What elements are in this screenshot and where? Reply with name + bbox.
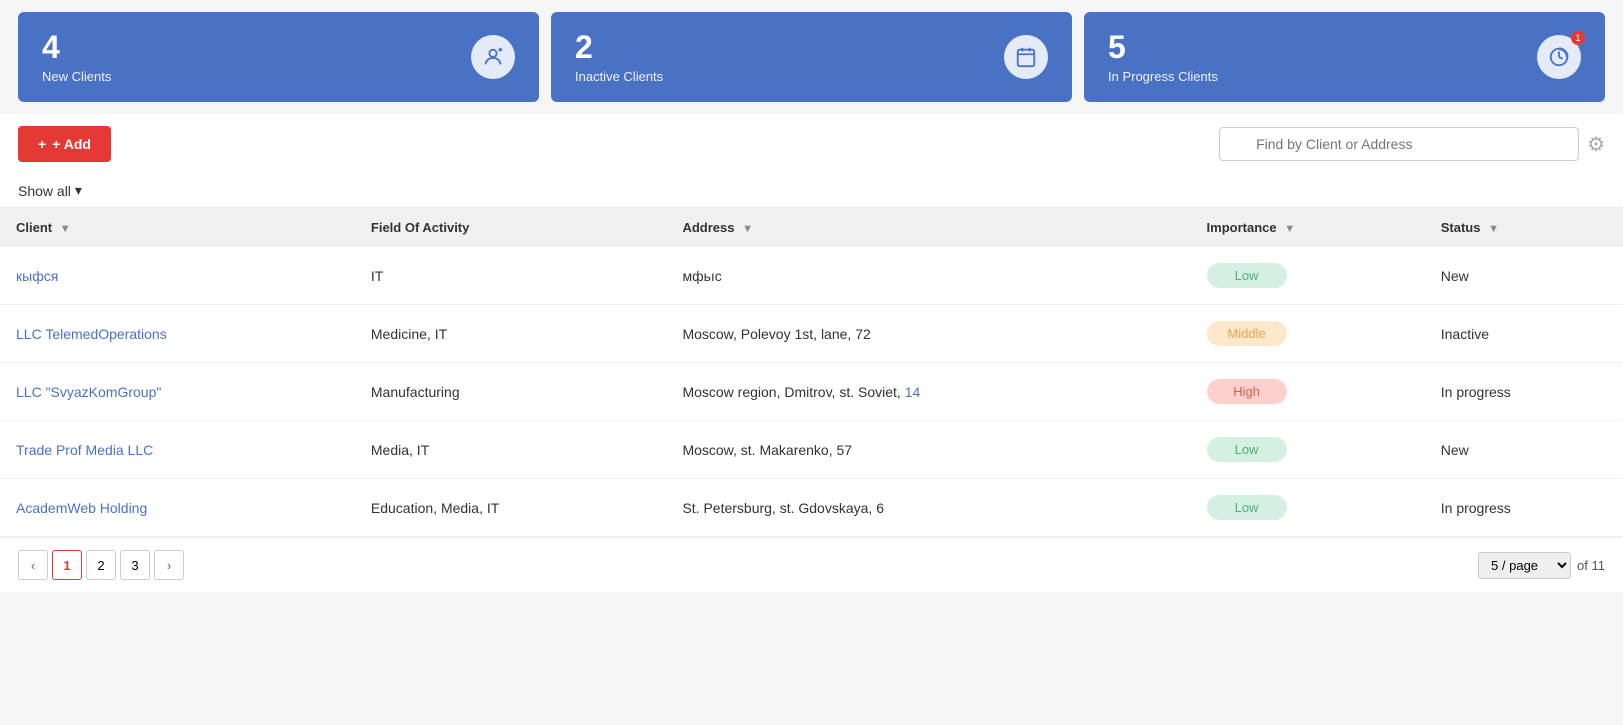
card-inprogress-clients[interactable]: 5 In Progress Clients 1 xyxy=(1084,12,1605,102)
cell-address: мфьıс xyxy=(666,247,1190,305)
filter-row: Show all ▾ xyxy=(0,174,1623,208)
show-all-label: Show all xyxy=(18,183,71,199)
page-2-button[interactable]: 2 xyxy=(86,550,116,580)
page-3-button[interactable]: 3 xyxy=(120,550,150,580)
add-label: + Add xyxy=(52,136,91,152)
cell-field: IT xyxy=(355,247,667,305)
importance-badge: High xyxy=(1207,379,1287,404)
total-pages-label: of 11 xyxy=(1577,558,1605,573)
col-status: Status ▼ xyxy=(1425,208,1623,247)
card-inactive-clients[interactable]: 2 Inactive Clients xyxy=(551,12,1072,102)
cell-client: Trade Prof Media LLC xyxy=(0,421,355,479)
table-row: кыфся IT мфьıс Low New xyxy=(0,247,1623,305)
table-body: кыфся IT мфьıс Low New LLC TelemedOperat… xyxy=(0,247,1623,537)
cell-address: Moscow region, Dmitrov, st. Soviet, 14 xyxy=(666,363,1190,421)
inactive-clients-label: Inactive Clients xyxy=(575,69,663,84)
notification-badge: 1 xyxy=(1571,31,1585,45)
cell-address: Moscow, Polevoy 1st, lane, 72 xyxy=(666,305,1190,363)
cell-status: In progress xyxy=(1425,363,1623,421)
table-row: AcademWeb Holding Education, Media, IT S… xyxy=(0,479,1623,537)
stats-cards: 4 New Clients 2 Inactive Clients xyxy=(0,0,1623,114)
cell-status: Inactive xyxy=(1425,305,1623,363)
col-client: Client ▼ xyxy=(0,208,355,247)
col-importance: Importance ▼ xyxy=(1191,208,1425,247)
cell-importance: Low xyxy=(1191,479,1425,537)
new-clients-label: New Clients xyxy=(42,69,111,84)
card-new-clients[interactable]: 4 New Clients xyxy=(18,12,539,102)
table-row: Trade Prof Media LLC Media, IT Moscow, s… xyxy=(0,421,1623,479)
client-link[interactable]: AcademWeb Holding xyxy=(16,500,147,516)
prev-page-button[interactable]: ‹ xyxy=(18,550,48,580)
show-all-button[interactable]: Show all ▾ xyxy=(18,182,82,199)
gear-icon: ⚙ xyxy=(1587,134,1605,156)
search-area: 🔍 ⚙ xyxy=(1219,127,1605,161)
cell-field: Education, Media, IT xyxy=(355,479,667,537)
cell-client: кыфся xyxy=(0,247,355,305)
clients-table: Client ▼ Field Of Activity Address ▼ Imp… xyxy=(0,208,1623,537)
toolbar: + + Add 🔍 ⚙ xyxy=(0,114,1623,174)
per-page-area: 5 / page 10 / page 20 / page of 11 xyxy=(1478,552,1605,579)
cell-status: New xyxy=(1425,421,1623,479)
importance-badge: Middle xyxy=(1207,321,1287,346)
cell-field: Media, IT xyxy=(355,421,667,479)
importance-filter-icon[interactable]: ▼ xyxy=(1284,223,1295,235)
cell-address: St. Petersburg, st. Gdovskaya, 6 xyxy=(666,479,1190,537)
col-address: Address ▼ xyxy=(666,208,1190,247)
pagination: ‹ 1 2 3 › 5 / page 10 / page 20 / page o… xyxy=(0,537,1623,592)
inactive-clients-number: 2 xyxy=(575,30,663,65)
chevron-down-icon: ▾ xyxy=(75,182,82,199)
client-link[interactable]: Trade Prof Media LLC xyxy=(16,442,153,458)
cell-field: Medicine, IT xyxy=(355,305,667,363)
cell-client: LLC TelemedOperations xyxy=(0,305,355,363)
client-link[interactable]: LLC "SvyazKomGroup" xyxy=(16,384,161,400)
importance-badge: Low xyxy=(1207,437,1287,462)
page-1-button[interactable]: 1 xyxy=(52,550,82,580)
cell-importance: High xyxy=(1191,363,1425,421)
cell-importance: Low xyxy=(1191,421,1425,479)
per-page-select[interactable]: 5 / page 10 / page 20 / page xyxy=(1478,552,1571,579)
add-button[interactable]: + + Add xyxy=(18,126,111,162)
client-name: кыфся xyxy=(16,268,58,284)
cell-field: Manufacturing xyxy=(355,363,667,421)
client-filter-icon[interactable]: ▼ xyxy=(60,223,71,235)
table-row: LLC TelemedOperations Medicine, IT Mosco… xyxy=(0,305,1623,363)
cell-client: LLC "SvyazKomGroup" xyxy=(0,363,355,421)
add-icon: + xyxy=(38,136,46,152)
importance-badge: Low xyxy=(1207,495,1287,520)
importance-badge: Low xyxy=(1207,263,1287,288)
status-filter-icon[interactable]: ▼ xyxy=(1488,223,1499,235)
next-page-button[interactable]: › xyxy=(154,550,184,580)
table-header-row: Client ▼ Field Of Activity Address ▼ Imp… xyxy=(0,208,1623,247)
new-clients-icon xyxy=(471,35,515,79)
client-link[interactable]: LLC TelemedOperations xyxy=(16,326,167,342)
cell-address: Moscow, st. Makarenko, 57 xyxy=(666,421,1190,479)
cell-status: New xyxy=(1425,247,1623,305)
page-buttons: ‹ 1 2 3 › xyxy=(18,550,184,580)
table-row: LLC "SvyazKomGroup" Manufacturing Moscow… xyxy=(0,363,1623,421)
cell-importance: Low xyxy=(1191,247,1425,305)
cell-importance: Middle xyxy=(1191,305,1425,363)
inprogress-clients-number: 5 xyxy=(1108,30,1218,65)
settings-button[interactable]: ⚙ xyxy=(1587,132,1605,157)
new-clients-number: 4 xyxy=(42,30,111,65)
inactive-clients-icon xyxy=(1004,35,1048,79)
address-filter-icon[interactable]: ▼ xyxy=(742,223,753,235)
search-input[interactable] xyxy=(1219,127,1579,161)
search-wrapper: 🔍 xyxy=(1219,127,1579,161)
clients-table-container: Client ▼ Field Of Activity Address ▼ Imp… xyxy=(0,208,1623,537)
cell-client: AcademWeb Holding xyxy=(0,479,355,537)
address-highlight: 14 xyxy=(905,384,921,400)
cell-status: In progress xyxy=(1425,479,1623,537)
inprogress-clients-label: In Progress Clients xyxy=(1108,69,1218,84)
col-field: Field Of Activity xyxy=(355,208,667,247)
